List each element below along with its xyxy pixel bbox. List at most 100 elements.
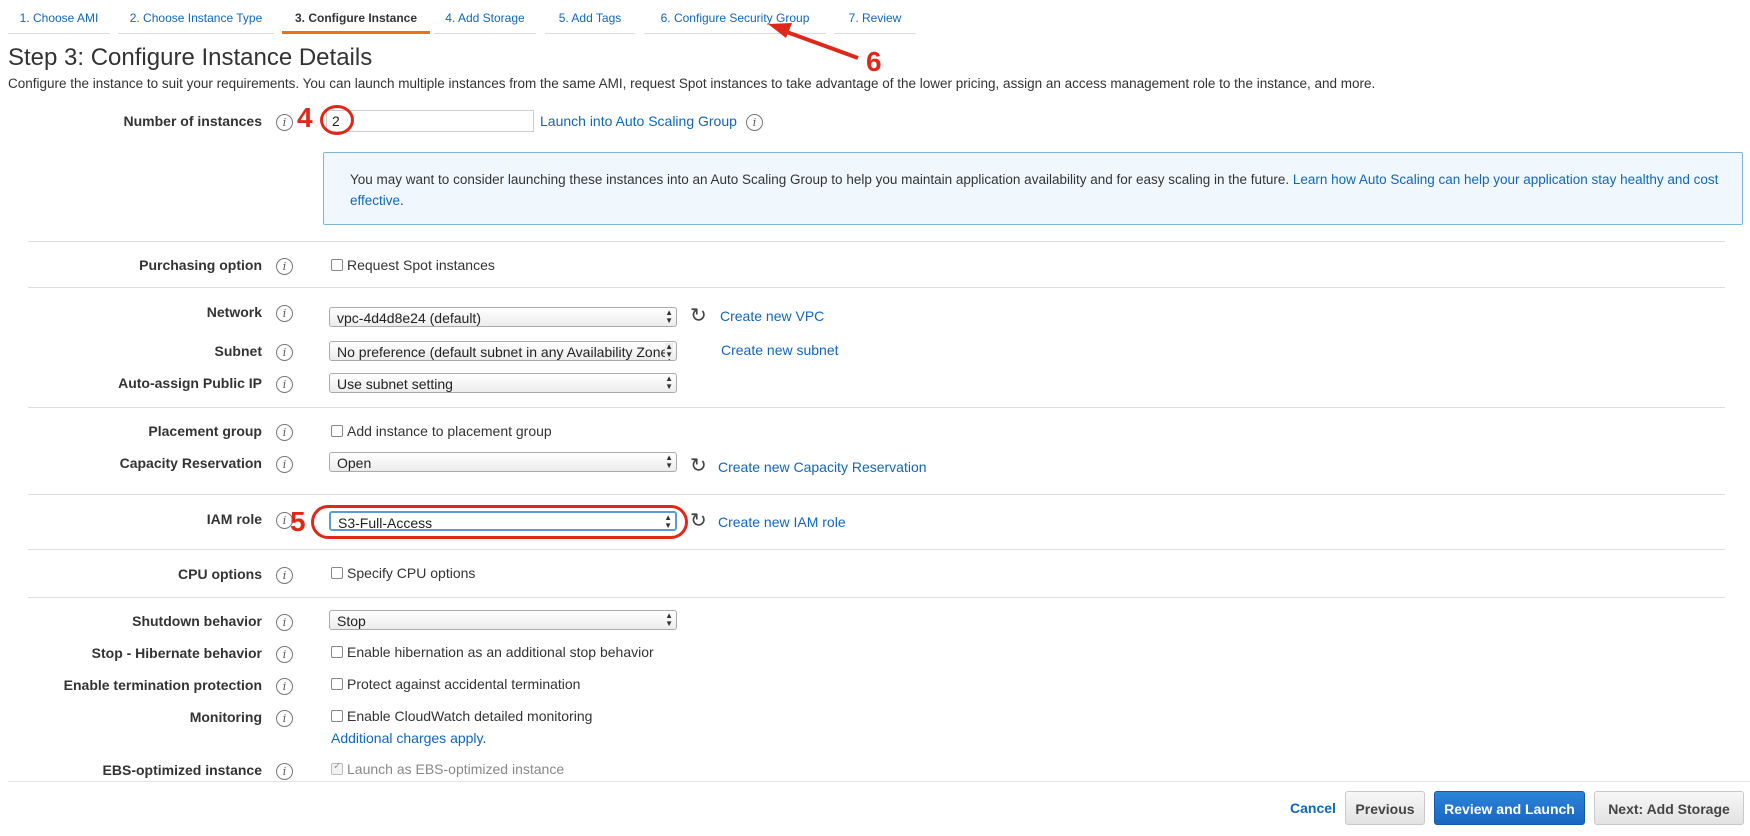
placement-checkbox-label: Add instance to placement group bbox=[347, 423, 552, 439]
select-arrows-icon: ▲ ▼ bbox=[665, 342, 673, 359]
info-icon[interactable]: i bbox=[276, 376, 293, 393]
tab-choose-instance-type[interactable]: 2. Choose Instance Type bbox=[118, 0, 274, 34]
hibernate-option[interactable]: Enable hibernation as an additional stop… bbox=[331, 644, 654, 660]
monitoring-label: Monitoring bbox=[189, 709, 262, 725]
placement-checkbox[interactable] bbox=[331, 425, 343, 437]
divider bbox=[28, 494, 1725, 495]
notice-period: . bbox=[400, 193, 404, 208]
info-icon[interactable]: i bbox=[276, 305, 293, 322]
info-icon[interactable]: i bbox=[276, 258, 293, 275]
public-ip-label: Auto-assign Public IP bbox=[118, 375, 262, 391]
launch-asg-link[interactable]: Launch into Auto Scaling Group bbox=[540, 113, 737, 129]
create-subnet-link[interactable]: Create new subnet bbox=[721, 342, 839, 358]
divider bbox=[28, 549, 1725, 550]
annotation-number-five: 5 bbox=[290, 506, 306, 537]
next-add-storage-button[interactable]: Next: Add Storage bbox=[1594, 791, 1744, 825]
network-value: vpc-4d4d8e24 (default) bbox=[337, 310, 481, 326]
annotation-number-four: 4 bbox=[297, 102, 313, 133]
create-vpc-link[interactable]: Create new VPC bbox=[720, 308, 824, 324]
termination-option[interactable]: Protect against accidental termination bbox=[331, 676, 580, 692]
capacity-label: Capacity Reservation bbox=[119, 455, 262, 471]
capacity-select[interactable]: Open ▲ ▼ bbox=[329, 452, 677, 472]
cancel-button[interactable]: Cancel bbox=[1278, 791, 1348, 825]
purchasing-label: Purchasing option bbox=[139, 257, 262, 273]
instances-label: Number of instances bbox=[123, 113, 262, 129]
footer-divider bbox=[8, 781, 1750, 782]
tab-add-storage[interactable]: 4. Add Storage bbox=[434, 0, 536, 34]
annotation-ring-iam bbox=[311, 505, 688, 539]
refresh-icon[interactable]: ↻ bbox=[690, 511, 707, 531]
info-icon[interactable]: i bbox=[276, 344, 293, 361]
monitoring-checkbox[interactable] bbox=[331, 710, 343, 722]
hibernate-label: Stop - Hibernate behavior bbox=[91, 645, 262, 661]
divider bbox=[28, 407, 1725, 408]
ebs-checkbox-label: Launch as EBS-optimized instance bbox=[347, 761, 565, 777]
tab-configure-security-group[interactable]: 6. Configure Security Group bbox=[644, 0, 826, 34]
divider bbox=[28, 241, 1725, 242]
spot-checkbox-label: Request Spot instances bbox=[347, 257, 495, 273]
termination-checkbox[interactable] bbox=[331, 678, 343, 690]
annotation-arrow-icon bbox=[768, 23, 859, 60]
tab-choose-ami[interactable]: 1. Choose AMI bbox=[8, 0, 110, 34]
info-icon[interactable]: i bbox=[746, 114, 763, 131]
subnet-value: No preference (default subnet in any Ava… bbox=[337, 344, 673, 360]
info-icon[interactable]: i bbox=[276, 763, 293, 780]
capacity-value: Open bbox=[337, 455, 372, 471]
notice-text: You may want to consider launching these… bbox=[350, 172, 1290, 187]
info-icon[interactable]: i bbox=[276, 710, 293, 727]
tab-review[interactable]: 7. Review bbox=[834, 0, 916, 34]
termination-label: Enable termination protection bbox=[63, 677, 262, 693]
tab-configure-instance[interactable]: 3. Configure Instance bbox=[282, 0, 430, 34]
monitoring-option[interactable]: Enable CloudWatch detailed monitoring bbox=[331, 708, 592, 724]
instances-input[interactable] bbox=[326, 110, 534, 132]
shutdown-label: Shutdown behavior bbox=[132, 613, 262, 629]
annotation-ring-instances bbox=[320, 105, 354, 135]
info-icon[interactable]: i bbox=[276, 614, 293, 631]
placement-group-option[interactable]: Add instance to placement group bbox=[331, 423, 552, 439]
previous-button[interactable]: Previous bbox=[1345, 791, 1425, 825]
spot-checkbox[interactable] bbox=[331, 259, 343, 271]
select-arrows-icon: ▲ ▼ bbox=[665, 374, 673, 391]
hibernate-checkbox-label: Enable hibernation as an additional stop… bbox=[347, 644, 654, 660]
charges-period: . bbox=[482, 730, 487, 746]
page-title: Step 3: Configure Instance Details bbox=[8, 44, 373, 71]
page-description: Configure the instance to suit your requ… bbox=[8, 76, 1376, 91]
ebs-label: EBS-optimized instance bbox=[102, 762, 262, 778]
ebs-optimized-option: Launch as EBS-optimized instance bbox=[331, 761, 564, 777]
annotation-number-six: 6 bbox=[866, 46, 882, 77]
monitoring-checkbox-label: Enable CloudWatch detailed monitoring bbox=[347, 708, 593, 724]
info-icon[interactable]: i bbox=[276, 424, 293, 441]
divider bbox=[28, 287, 1725, 288]
auto-scaling-notice: You may want to consider launching these… bbox=[323, 152, 1743, 225]
cpu-checkbox-label: Specify CPU options bbox=[347, 565, 476, 581]
refresh-icon[interactable]: ↻ bbox=[690, 306, 707, 326]
tab-add-tags[interactable]: 5. Add Tags bbox=[545, 0, 635, 34]
review-and-launch-button[interactable]: Review and Launch bbox=[1434, 791, 1585, 825]
public-ip-select[interactable]: Use subnet setting ▲ ▼ bbox=[329, 373, 677, 393]
cpu-checkbox[interactable] bbox=[331, 567, 343, 579]
spot-instances-option[interactable]: Request Spot instances bbox=[331, 257, 495, 273]
network-select[interactable]: vpc-4d4d8e24 (default) ▲ ▼ bbox=[329, 307, 677, 327]
termination-checkbox-label: Protect against accidental termination bbox=[347, 676, 581, 692]
info-icon[interactable]: i bbox=[276, 456, 293, 473]
shutdown-value: Stop bbox=[337, 613, 366, 629]
info-icon[interactable]: i bbox=[276, 678, 293, 695]
hibernate-checkbox[interactable] bbox=[331, 646, 343, 658]
info-icon[interactable]: i bbox=[276, 114, 293, 131]
divider bbox=[28, 597, 1725, 598]
info-icon[interactable]: i bbox=[276, 646, 293, 663]
info-icon[interactable]: i bbox=[276, 567, 293, 584]
ebs-checkbox bbox=[331, 761, 343, 775]
select-arrows-icon: ▲ ▼ bbox=[665, 453, 673, 470]
shutdown-select[interactable]: Stop ▲ ▼ bbox=[329, 610, 677, 630]
network-label: Network bbox=[206, 304, 262, 320]
create-iam-role-link[interactable]: Create new IAM role bbox=[718, 514, 846, 530]
subnet-select[interactable]: No preference (default subnet in any Ava… bbox=[329, 341, 677, 361]
cpu-options-option[interactable]: Specify CPU options bbox=[331, 565, 475, 581]
create-capacity-reservation-link[interactable]: Create new Capacity Reservation bbox=[718, 459, 927, 475]
public-ip-value: Use subnet setting bbox=[337, 376, 453, 392]
select-arrows-icon: ▲ ▼ bbox=[665, 308, 673, 325]
refresh-icon[interactable]: ↻ bbox=[690, 456, 707, 476]
placement-label: Placement group bbox=[148, 423, 262, 439]
additional-charges-link[interactable]: Additional charges apply bbox=[331, 730, 483, 746]
